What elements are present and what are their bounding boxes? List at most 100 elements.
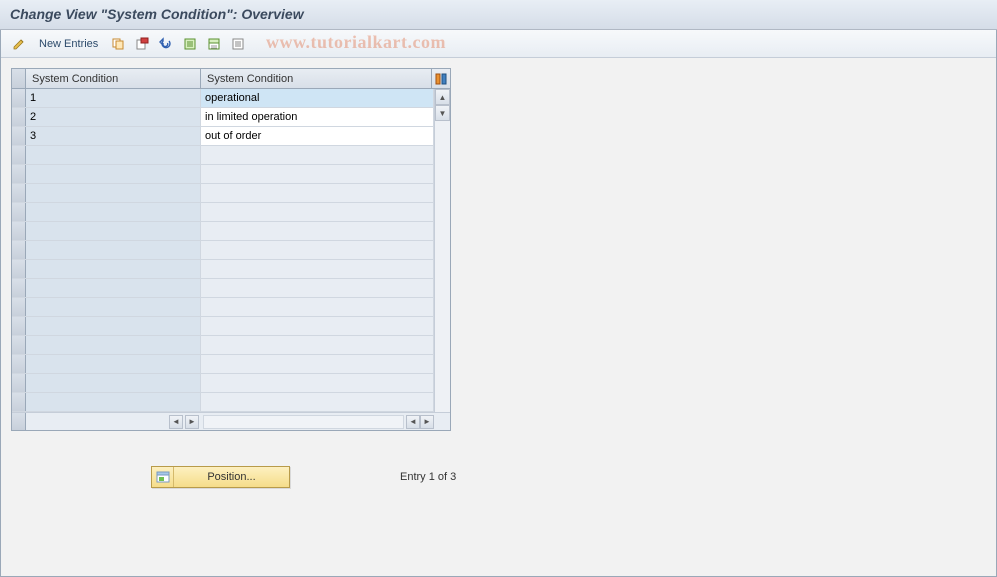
table-row-empty bbox=[12, 165, 434, 184]
cell-desc-empty[interactable] bbox=[201, 317, 434, 335]
cell-code-empty[interactable] bbox=[26, 393, 201, 411]
row-selector[interactable] bbox=[12, 393, 26, 411]
cell-code-empty[interactable] bbox=[26, 374, 201, 392]
title-bar: Change View "System Condition": Overview bbox=[0, 0, 997, 30]
cell-desc-empty[interactable] bbox=[201, 393, 434, 411]
cell-desc[interactable]: out of order bbox=[201, 127, 434, 145]
cell-desc-empty[interactable] bbox=[201, 165, 434, 183]
toggle-edit-icon[interactable] bbox=[9, 34, 29, 54]
select-block-icon[interactable] bbox=[204, 34, 224, 54]
cell-desc-empty[interactable] bbox=[201, 241, 434, 259]
table-row-empty bbox=[12, 203, 434, 222]
table-row-empty bbox=[12, 184, 434, 203]
table-row-empty bbox=[12, 374, 434, 393]
row-selector[interactable] bbox=[12, 317, 26, 335]
row-selector[interactable] bbox=[12, 89, 26, 107]
hscroll-col1: ◄ ► bbox=[26, 413, 201, 430]
scroll-up-icon[interactable]: ▲ bbox=[435, 89, 450, 105]
footer-row: Position... Entry 1 of 3 bbox=[11, 466, 986, 488]
vertical-scrollbar[interactable]: ▲ ▼ bbox=[434, 89, 450, 412]
toolbar: New Entries www.tutorialkart.com bbox=[1, 30, 996, 58]
row-selector[interactable] bbox=[12, 222, 26, 240]
position-button[interactable]: Position... bbox=[151, 466, 290, 488]
cell-desc-empty[interactable] bbox=[201, 336, 434, 354]
hscroll-track[interactable] bbox=[203, 415, 404, 429]
cell-desc-empty[interactable] bbox=[201, 298, 434, 316]
row-selector[interactable] bbox=[12, 279, 26, 297]
row-selector[interactable] bbox=[12, 127, 26, 145]
hscroll-corner-left bbox=[12, 413, 26, 430]
table-row: 2in limited operation bbox=[12, 108, 434, 127]
horizontal-scroll-row: ◄ ► ◄ ► bbox=[12, 412, 450, 430]
table-row-empty bbox=[12, 393, 434, 412]
table-row-empty bbox=[12, 317, 434, 336]
hscroll-col2-right-icon[interactable]: ► bbox=[420, 415, 434, 429]
cell-code-empty[interactable] bbox=[26, 184, 201, 202]
table-row-empty bbox=[12, 222, 434, 241]
content-area: System Condition System Condition 1opera… bbox=[1, 58, 996, 498]
row-selector[interactable] bbox=[12, 184, 26, 202]
scroll-down-icon[interactable]: ▼ bbox=[435, 105, 450, 121]
cell-code-empty[interactable] bbox=[26, 203, 201, 221]
undo-icon[interactable] bbox=[156, 34, 176, 54]
cell-code[interactable]: 1 bbox=[26, 89, 201, 107]
hscroll-col1-left-icon[interactable]: ◄ bbox=[169, 415, 183, 429]
copy-icon[interactable] bbox=[108, 34, 128, 54]
watermark-text: www.tutorialkart.com bbox=[266, 32, 446, 53]
cell-desc-empty[interactable] bbox=[201, 203, 434, 221]
cell-code-empty[interactable] bbox=[26, 336, 201, 354]
table-row-empty bbox=[12, 279, 434, 298]
cell-desc-empty[interactable] bbox=[201, 260, 434, 278]
deselect-all-icon[interactable] bbox=[228, 34, 248, 54]
cell-code[interactable]: 2 bbox=[26, 108, 201, 126]
row-selector[interactable] bbox=[12, 165, 26, 183]
cell-desc-empty[interactable] bbox=[201, 184, 434, 202]
cell-code-empty[interactable] bbox=[26, 279, 201, 297]
new-entries-button[interactable]: New Entries bbox=[33, 36, 104, 52]
row-selector[interactable] bbox=[12, 108, 26, 126]
cell-desc-empty[interactable] bbox=[201, 374, 434, 392]
cell-code-empty[interactable] bbox=[26, 222, 201, 240]
cell-code[interactable]: 3 bbox=[26, 127, 201, 145]
delete-icon[interactable] bbox=[132, 34, 152, 54]
row-selector[interactable] bbox=[12, 146, 26, 164]
cell-code-empty[interactable] bbox=[26, 317, 201, 335]
column-header-code[interactable]: System Condition bbox=[26, 69, 201, 88]
hscroll-col2[interactable]: ◄ ► bbox=[201, 413, 434, 430]
grid-config-icon[interactable] bbox=[432, 69, 450, 88]
row-selector[interactable] bbox=[12, 203, 26, 221]
row-selector-header[interactable] bbox=[12, 69, 26, 88]
hscroll-col1-right-icon[interactable]: ► bbox=[185, 415, 199, 429]
row-selector[interactable] bbox=[12, 260, 26, 278]
select-all-icon[interactable] bbox=[180, 34, 200, 54]
cell-code-empty[interactable] bbox=[26, 165, 201, 183]
data-grid: System Condition System Condition 1opera… bbox=[11, 68, 451, 431]
hscroll-col2-left-icon[interactable]: ◄ bbox=[406, 415, 420, 429]
cell-code-empty[interactable] bbox=[26, 260, 201, 278]
row-selector[interactable] bbox=[12, 336, 26, 354]
row-selector[interactable] bbox=[12, 355, 26, 373]
grid-rows-area: 1operational2in limited operation3out of… bbox=[12, 89, 434, 412]
cell-desc[interactable]: in limited operation bbox=[201, 108, 434, 126]
row-selector[interactable] bbox=[12, 298, 26, 316]
table-row-empty bbox=[12, 355, 434, 374]
row-selector[interactable] bbox=[12, 374, 26, 392]
row-selector[interactable] bbox=[12, 241, 26, 259]
cell-code-empty[interactable] bbox=[26, 355, 201, 373]
cell-code-empty[interactable] bbox=[26, 146, 201, 164]
grid-body: 1operational2in limited operation3out of… bbox=[12, 89, 450, 412]
cell-desc-empty[interactable] bbox=[201, 222, 434, 240]
cell-code-empty[interactable] bbox=[26, 298, 201, 316]
scroll-track-vertical[interactable] bbox=[435, 121, 450, 412]
cell-code-empty[interactable] bbox=[26, 241, 201, 259]
main-frame: New Entries www.tutorialkart.com System … bbox=[0, 30, 997, 577]
table-row: 1operational bbox=[12, 89, 434, 108]
column-header-desc[interactable]: System Condition bbox=[201, 69, 432, 88]
cell-desc[interactable]: operational bbox=[201, 89, 434, 107]
table-row: 3out of order bbox=[12, 127, 434, 146]
table-row-empty bbox=[12, 298, 434, 317]
cell-desc-empty[interactable] bbox=[201, 146, 434, 164]
page-title: Change View "System Condition": Overview bbox=[10, 6, 987, 22]
cell-desc-empty[interactable] bbox=[201, 279, 434, 297]
cell-desc-empty[interactable] bbox=[201, 355, 434, 373]
